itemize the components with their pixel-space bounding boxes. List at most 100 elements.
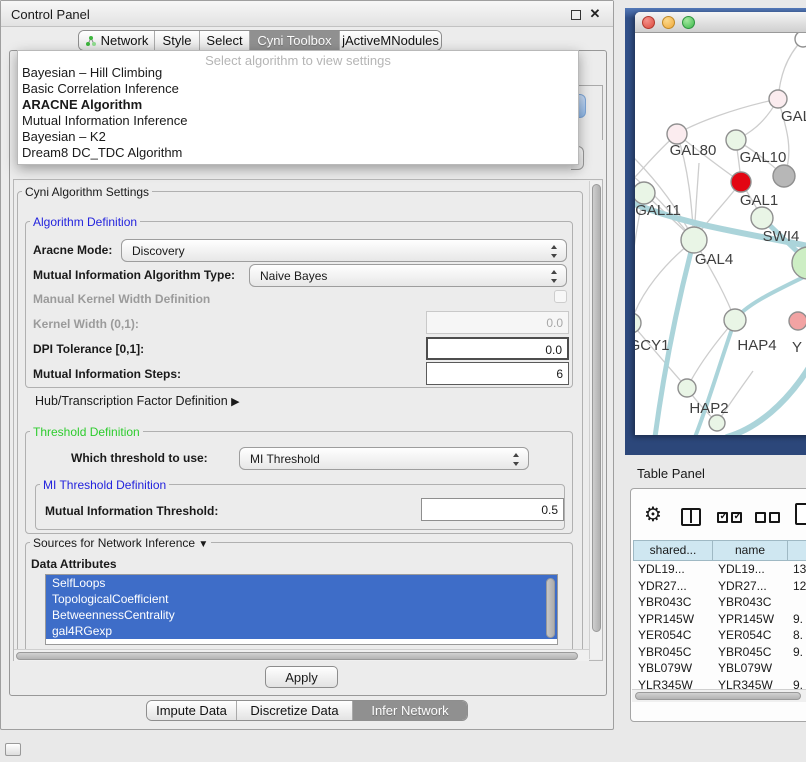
- table-cell: YBR043C: [633, 594, 713, 611]
- mi-steps-label: Mutual Information Steps:: [33, 367, 181, 381]
- tab-cyni-toolbox[interactable]: Cyni Toolbox: [250, 31, 340, 50]
- cytoscape-desktop: GALGAL80GAL10GAL1GAL11SWI4GAL4GCY1HAP4YH…: [625, 8, 806, 455]
- column-header[interactable]: shared...: [633, 540, 713, 561]
- expand-right-icon: ▶: [231, 395, 239, 408]
- data-attribute-item[interactable]: SelfLoops: [46, 575, 557, 591]
- tab-network[interactable]: Network: [79, 31, 155, 50]
- zoom-traffic-light-icon[interactable]: [682, 16, 695, 29]
- dpi-tolerance-label: DPI Tolerance [0,1]:: [33, 342, 144, 356]
- cyni-bottom-tabs: Impute DataDiscretize DataInfer Network: [146, 700, 468, 721]
- aracne-mode-select[interactable]: Discovery: [121, 239, 567, 262]
- apply-button[interactable]: Apply: [265, 666, 338, 688]
- combo-spinner-icon: [551, 270, 558, 283]
- tab-discretize-data[interactable]: Discretize Data: [237, 701, 353, 720]
- table-row[interactable]: YBL079WYBL079W: [633, 660, 806, 677]
- manual-kernel-checkbox[interactable]: [554, 290, 567, 303]
- table-scrollbar-thumb[interactable]: [635, 692, 801, 700]
- tab-style[interactable]: Style: [155, 31, 200, 50]
- tab-infer-network[interactable]: Infer Network: [353, 701, 467, 720]
- dpi-tolerance-field[interactable]: 0.0: [426, 337, 569, 360]
- vertical-scrollbar-thumb[interactable]: [592, 184, 601, 632]
- mi-algorithm-type-select[interactable]: Naive Bayes: [249, 264, 567, 287]
- hub-definition-toggle[interactable]: Hub/Transcription Factor Definition ▶: [35, 394, 240, 408]
- export-table-icon[interactable]: [795, 503, 806, 525]
- network-node[interactable]: [795, 33, 806, 47]
- network-node[interactable]: [724, 309, 746, 331]
- horizontal-scrollbar[interactable]: [14, 649, 589, 661]
- network-canvas[interactable]: GALGAL80GAL10GAL1GAL11SWI4GAL4GCY1HAP4YH…: [635, 33, 806, 435]
- network-node[interactable]: [635, 313, 641, 333]
- algorithm-option[interactable]: Mutual Information Inference: [22, 113, 187, 128]
- table-cell: YBL079W: [713, 660, 788, 677]
- algorithm-option[interactable]: Bayesian – K2: [22, 129, 106, 144]
- sources-toggle[interactable]: Sources for Network Inference ▼: [30, 536, 211, 550]
- kernel-width-label: Kernel Width (0,1):: [33, 317, 139, 331]
- vertical-scrollbar[interactable]: [589, 181, 602, 659]
- tab-jactivemnodules[interactable]: jActiveMNodules: [340, 31, 441, 50]
- table-cell: YDL19...: [713, 561, 788, 578]
- table-row[interactable]: YDR27...YDR27...12: [633, 578, 806, 595]
- mi-steps-field[interactable]: 6: [426, 362, 569, 385]
- network-node[interactable]: [751, 207, 773, 229]
- close-traffic-light-icon[interactable]: [642, 16, 655, 29]
- gear-icon[interactable]: ⚙: [644, 505, 662, 525]
- deselect-all-icon[interactable]: [755, 512, 780, 523]
- network-node[interactable]: [678, 379, 696, 397]
- algorithm-option[interactable]: Basic Correlation Inference: [22, 81, 179, 96]
- data-attribute-item[interactable]: TopologicalCoefficient: [46, 591, 557, 607]
- network-node[interactable]: [789, 312, 806, 330]
- algorithm-option[interactable]: ARACNE Algorithm: [22, 97, 142, 112]
- table-row[interactable]: YDL19...YDL19...13: [633, 561, 806, 578]
- select-all-icon[interactable]: [717, 512, 742, 523]
- data-attributes-list[interactable]: SelfLoopsTopologicalCoefficientBetweenne…: [45, 574, 558, 645]
- network-node[interactable]: [726, 130, 746, 150]
- network-node[interactable]: [635, 182, 655, 204]
- list-scrollbar-thumb[interactable]: [546, 578, 555, 638]
- column-header[interactable]: [788, 540, 806, 561]
- algorithm-dropdown-popup: Select algorithm to view settings Bayesi…: [17, 50, 579, 165]
- network-node[interactable]: [773, 165, 795, 187]
- network-node[interactable]: [731, 172, 751, 192]
- algorithm-option[interactable]: Bayesian – Hill Climbing: [22, 65, 162, 80]
- tab-impute-data[interactable]: Impute Data: [147, 701, 237, 720]
- network-node[interactable]: [709, 415, 725, 431]
- minimize-traffic-light-icon[interactable]: [662, 16, 675, 29]
- network-node[interactable]: [769, 90, 787, 108]
- table-panel-title: Table Panel: [637, 466, 705, 481]
- table-cell: 8.: [788, 627, 806, 644]
- table-row[interactable]: YBR043CYBR043C: [633, 594, 806, 611]
- group-title: Cyni Algorithm Settings: [22, 185, 152, 199]
- table-cell: 9.: [788, 677, 806, 690]
- tab-select[interactable]: Select: [200, 31, 250, 50]
- group-title: Algorithm Definition: [30, 215, 140, 229]
- table-row[interactable]: YLR345WYLR345W9.: [633, 677, 806, 690]
- data-attribute-item[interactable]: gal4RGexp: [46, 623, 557, 639]
- node-label: SWI4: [763, 228, 800, 245]
- algorithm-option[interactable]: Dream8 DC_TDC Algorithm: [22, 145, 182, 160]
- kernel-width-field[interactable]: 0.0: [426, 311, 569, 334]
- close-icon[interactable]: ✕: [589, 8, 601, 20]
- table-cell: 12: [788, 578, 806, 595]
- collapsed-panel-icon[interactable]: [5, 743, 21, 756]
- which-threshold-select[interactable]: MI Threshold: [239, 447, 529, 470]
- table-body[interactable]: YDL19...YDL19...13YDR27...YDR27...12YBR0…: [633, 561, 806, 689]
- mi-threshold-field[interactable]: 0.5: [421, 498, 564, 521]
- network-node[interactable]: [681, 227, 707, 253]
- horizontal-scrollbar-thumb[interactable]: [16, 652, 578, 660]
- show-columns-icon[interactable]: [681, 508, 701, 526]
- table-row[interactable]: YER054CYER054C8.: [633, 627, 806, 644]
- table-row[interactable]: YPR145WYPR145W9.: [633, 611, 806, 628]
- table-horizontal-scrollbar[interactable]: [632, 689, 806, 702]
- network-window-titlebar[interactable]: [635, 12, 806, 33]
- node-label: GAL: [781, 108, 806, 125]
- node-label: GAL1: [740, 192, 778, 209]
- network-node[interactable]: [667, 124, 687, 144]
- column-header[interactable]: name: [713, 540, 788, 561]
- node-label: GAL4: [695, 251, 733, 268]
- float-window-icon[interactable]: [571, 10, 581, 20]
- node-label: GAL80: [670, 142, 717, 159]
- table-row[interactable]: YBR045CYBR045C9.: [633, 644, 806, 661]
- mi-type-label: Mutual Information Algorithm Type:: [33, 268, 235, 282]
- table-cell: YDR27...: [633, 578, 713, 595]
- data-attribute-item[interactable]: BetweennessCentrality: [46, 607, 557, 623]
